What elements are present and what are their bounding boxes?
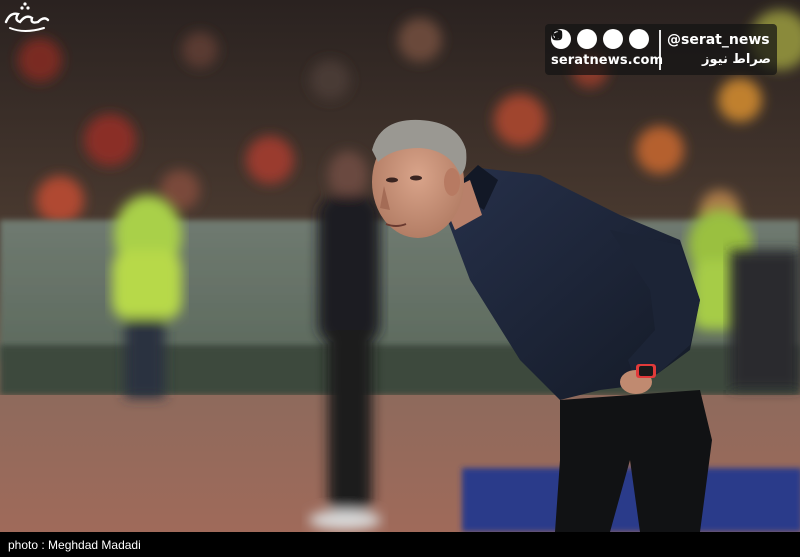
photo-scene — [0, 0, 800, 532]
aparat-icon — [551, 29, 649, 49]
social-handle: @serat_news — [667, 32, 770, 48]
social-icons — [551, 29, 649, 49]
site-url: seratnews.com — [551, 53, 664, 68]
twitter-icon — [552, 29, 597, 49]
instagram-icon — [551, 29, 623, 49]
photo: seratnews.com @serat_news صراط نیوز — [0, 0, 800, 532]
ad-board — [462, 468, 800, 532]
watermark-badge: seratnews.com @serat_news صراط نیوز — [545, 24, 777, 75]
photo-credit: photo : Meghdad Madadi — [8, 538, 141, 552]
brand-logo: صراط نیوز — [702, 52, 771, 67]
camera-blur — [730, 250, 800, 390]
brand-divider — [659, 30, 661, 70]
photo-credit-bar: photo : Meghdad Madadi — [0, 532, 800, 557]
agency-logo — [4, 2, 50, 32]
